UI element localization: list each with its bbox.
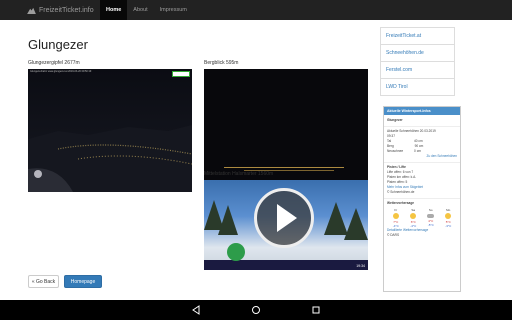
nav-home[interactable]: Home — [100, 0, 128, 20]
weather-low: -5°C — [427, 223, 434, 227]
webcam-image-mittelstation[interactable]: 19:34 — [204, 180, 368, 270]
widget-weather-copyright: © DARS — [387, 233, 400, 237]
widget-snow-title: Aktuelle Schneehöhen 20.03.2019 — [384, 126, 460, 134]
weather-day: Fr 7°C -4°C — [388, 208, 404, 228]
webcam-label-glungezergipfel: Glungezergipfel 2677m — [28, 60, 80, 66]
weather-forecast: Fr 7°C -4°C Sa 6°C -4°C So 4°C -5°C Mo 5°C -3°C — [384, 206, 460, 228]
webcam-image-bergblick[interactable] — [204, 69, 368, 180]
widget-copyright: © Schneehöhen.de — [387, 190, 415, 194]
main-content: Glungezer Glungezergipfel 2677m Glungeze… — [0, 20, 512, 300]
sun-icon — [392, 213, 399, 219]
home-circle-icon — [252, 306, 260, 314]
weather-day-label: So — [428, 208, 433, 212]
weather-day: So 4°C -5°C — [423, 208, 439, 228]
snow-label: Neuschnee — [387, 149, 404, 153]
back-triangle-icon — [192, 305, 200, 315]
cloud-icon — [427, 214, 435, 218]
webcam-image-glungezergipfel[interactable]: Glungezerbahn www.glungezer.at 2019-03-2… — [28, 69, 192, 192]
widget-resort-name: Glungezer — [387, 118, 403, 122]
snow-value: 90 cm — [414, 144, 424, 148]
weather-day-label: Mo — [446, 208, 451, 212]
play-icon — [277, 204, 297, 232]
snow-value: 40 cm — [413, 139, 423, 143]
webcam-timestamp: 19:34 — [356, 264, 365, 268]
sidebar-link-lwd-tirol[interactable]: LWD Tirol — [380, 78, 455, 96]
brand-label: FreizeitTicket.info — [39, 6, 94, 14]
recents-nav-button[interactable] — [286, 300, 346, 320]
snow-label: Tal — [387, 139, 392, 143]
night-valley-scene — [28, 125, 192, 192]
page-title: Glungezer — [28, 37, 88, 52]
weather-day: Mo 5°C -3°C — [440, 208, 456, 228]
recents-square-icon — [312, 306, 320, 314]
mountain-logo-icon — [27, 7, 36, 14]
sidebar-link-ferstel[interactable]: Ferstel.com — [380, 61, 455, 79]
widget-weather-title: Wettervorhersage — [384, 198, 460, 206]
snow-value: 0 cm — [414, 149, 421, 153]
widget-snow-link[interactable]: Zu den Schneehöhen — [384, 154, 460, 159]
snow-label: Berg — [387, 144, 394, 148]
brand[interactable]: FreizeitTicket.info — [0, 7, 100, 14]
play-button[interactable] — [254, 188, 314, 248]
top-navbar: FreizeitTicket.info Home About Impressum — [0, 0, 512, 20]
weather-day-label: Fr — [394, 208, 398, 212]
webcam-label-mittelstation: Mittelstation Halsmarter 1560m — [204, 171, 274, 177]
android-navigation-bar — [0, 300, 512, 320]
homepage-button[interactable]: Homepage — [64, 275, 102, 288]
back-nav-button[interactable] — [166, 300, 226, 320]
sidebar-link-schneehoehen[interactable]: Schneehöhen.de — [380, 44, 455, 62]
nav-about[interactable]: About — [127, 0, 153, 20]
sun-icon — [445, 213, 452, 219]
sun-icon — [410, 213, 417, 219]
wintersport-widget: Aktuelle Wintersport-Infos Glungezer Akt… — [383, 106, 461, 292]
home-nav-button[interactable] — [226, 300, 286, 320]
weather-day: Sa 6°C -4°C — [405, 208, 421, 228]
widget-header: Aktuelle Wintersport-Infos — [384, 107, 460, 115]
sidebar-links: FreizeitTicket.at Schneehöhen.de Ferstel… — [380, 27, 455, 96]
weather-low: -3°C — [445, 224, 452, 228]
nav-impressum[interactable]: Impressum — [154, 0, 193, 20]
widget-pisten-title: Pisten / Lifte — [384, 162, 460, 170]
city-lights — [224, 167, 344, 168]
go-back-button[interactable]: « Go Back — [28, 275, 59, 288]
weather-day-label: Sa — [411, 208, 416, 212]
sidebar-link-freizeitticket[interactable]: FreizeitTicket.at — [380, 27, 455, 45]
webcam-label-bergblick: Bergblick 595m — [204, 60, 239, 66]
